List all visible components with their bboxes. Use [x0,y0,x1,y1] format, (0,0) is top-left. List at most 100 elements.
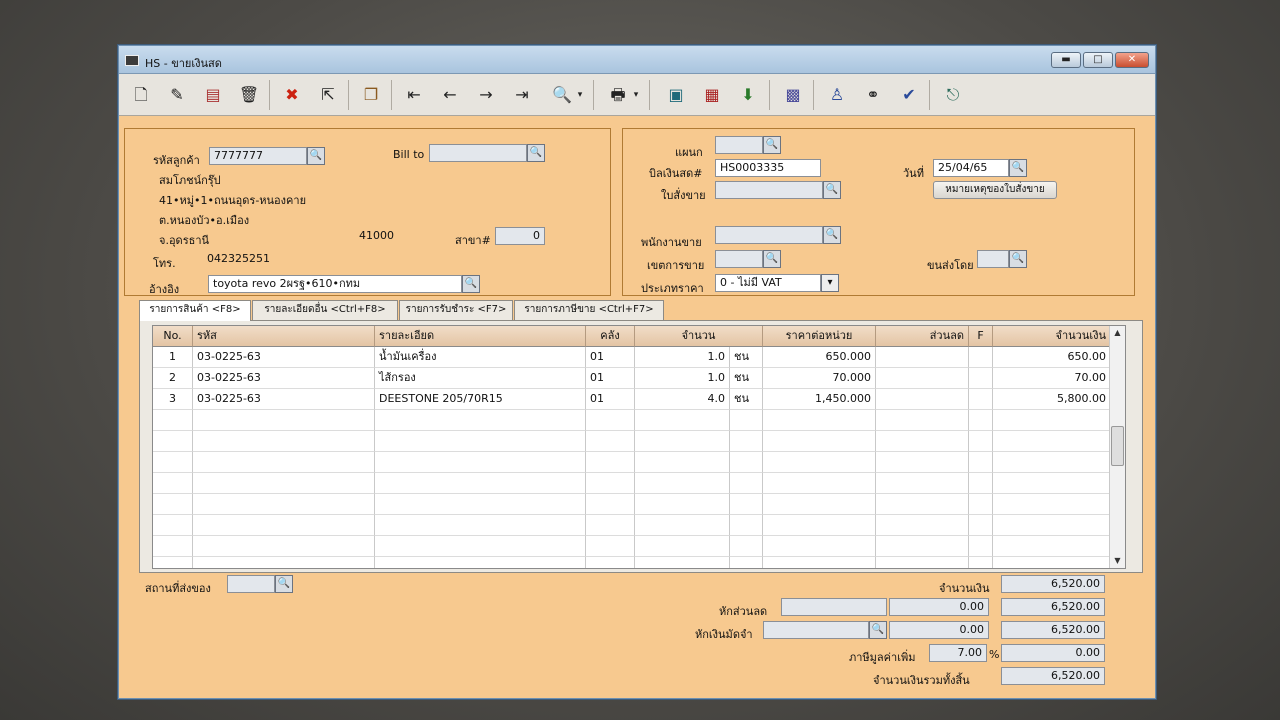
empty-cell[interactable] [763,515,876,536]
empty-cell[interactable] [730,431,763,452]
empty-cell[interactable] [635,536,730,557]
empty-cell[interactable] [635,431,730,452]
empty-cell[interactable] [193,410,375,431]
empty-cell[interactable] [876,536,969,557]
empty-cell[interactable] [876,473,969,494]
sales-order-search-icon[interactable]: 🔍 [823,181,841,199]
previous-record-icon[interactable]: ← [438,83,462,107]
item-unit[interactable]: ชน [730,368,763,389]
pointer-icon[interactable]: ⇱ [316,83,340,107]
empty-cell[interactable] [635,473,730,494]
ok-icon[interactable]: ✔ [897,83,921,107]
import-icon[interactable]: ⬇ [736,83,760,107]
empty-cell[interactable] [193,452,375,473]
scroll-up-icon[interactable]: ▲ [1110,326,1125,340]
empty-cell[interactable] [763,494,876,515]
empty-cell[interactable] [153,515,193,536]
item-flag[interactable] [969,389,993,410]
empty-cell[interactable] [969,473,993,494]
item-unit[interactable]: ชน [730,347,763,368]
column-header[interactable]: จำนวน [635,326,763,347]
empty-cell[interactable] [730,515,763,536]
empty-cell[interactable] [635,452,730,473]
calendar-icon[interactable]: ▩ [781,83,805,107]
discount-amount[interactable]: 0.00 [889,598,989,616]
exit-icon[interactable]: ⎋ [941,83,965,107]
empty-cell[interactable] [763,473,876,494]
empty-cell[interactable] [375,452,586,473]
search-icon[interactable]: 🔍 [550,83,574,107]
billto-search-icon[interactable]: 🔍 [527,144,545,162]
reference-field[interactable]: toyota revo 2ผรฐ•610•กทม [208,275,462,293]
empty-cell[interactable] [763,431,876,452]
empty-table-row[interactable] [153,494,1125,515]
empty-cell[interactable] [730,410,763,431]
item-code[interactable]: 03-0225-63 [193,347,375,368]
item-warehouse[interactable]: 01 [586,389,635,410]
empty-cell[interactable] [763,536,876,557]
ship-location-search-icon[interactable]: 🔍 [275,575,293,593]
item-code[interactable]: 03-0225-63 [193,368,375,389]
next-record-icon[interactable]: → [474,83,498,107]
empty-cell[interactable] [993,410,1111,431]
tab-other-details[interactable]: รายละเอียดอื่น <Ctrl+F8> [252,300,398,320]
billto-field[interactable] [429,144,527,162]
edit-icon[interactable]: ✎ [165,83,189,107]
sales-area-search-icon[interactable]: 🔍 [763,250,781,268]
maximize-button[interactable]: □ [1083,52,1113,68]
empty-cell[interactable] [993,536,1111,557]
item-quantity[interactable]: 1.0 [635,347,730,368]
empty-cell[interactable] [193,536,375,557]
calculator-icon[interactable]: ▦ [700,83,724,107]
first-record-icon[interactable]: ⇤ [402,83,426,107]
empty-cell[interactable] [763,557,876,568]
tab-payments[interactable]: รายการรับชำระ <F7> [399,300,513,320]
empty-cell[interactable] [763,410,876,431]
empty-cell[interactable] [153,494,193,515]
column-header[interactable]: ราคาต่อหน่วย [763,326,876,347]
salesman-search-icon[interactable]: 🔍 [823,226,841,244]
empty-cell[interactable] [153,557,193,568]
empty-cell[interactable] [375,431,586,452]
empty-cell[interactable] [993,431,1111,452]
empty-cell[interactable] [193,473,375,494]
last-record-icon[interactable]: ⇥ [510,83,534,107]
table-row[interactable]: 2 03-0225-63 ไส้กรอง 01 1.0 ชน 70.000 70… [153,368,1125,389]
deposit-search-icon[interactable]: 🔍 [869,621,887,639]
empty-cell[interactable] [969,536,993,557]
date-picker-icon[interactable]: 🔍 [1009,159,1027,177]
empty-cell[interactable] [969,431,993,452]
cancel-icon[interactable]: ✖ [280,83,304,107]
item-unit[interactable]: ชน [730,389,763,410]
item-description[interactable]: น้ำมันเครื่อง [375,347,586,368]
column-header[interactable]: No. [153,326,193,347]
tab-sales-tax[interactable]: รายการภาษีขาย <Ctrl+F7> [514,300,664,320]
empty-cell[interactable] [969,494,993,515]
column-header[interactable]: F [969,326,993,347]
empty-cell[interactable] [586,452,635,473]
tab-items[interactable]: รายการสินค้า <F8> [139,300,251,321]
vat-rate-field[interactable]: 7.00 [929,644,987,662]
item-amount[interactable]: 70.00 [993,368,1111,389]
empty-cell[interactable] [876,452,969,473]
table-row[interactable]: 1 03-0225-63 น้ำมันเครื่อง 01 1.0 ชน 650… [153,347,1125,368]
copy-icon[interactable]: ❐ [359,83,383,107]
deposit-input[interactable] [763,621,869,639]
grid-scrollbar[interactable]: ▲ ▼ [1109,326,1125,568]
empty-cell[interactable] [193,515,375,536]
item-unit-price[interactable]: 1,450.000 [763,389,876,410]
empty-cell[interactable] [730,494,763,515]
empty-cell[interactable] [375,536,586,557]
chevron-down-icon[interactable]: ▾ [821,274,839,292]
empty-cell[interactable] [635,515,730,536]
empty-cell[interactable] [876,515,969,536]
empty-cell[interactable] [586,494,635,515]
branch-field[interactable]: 0 [495,227,545,245]
empty-cell[interactable] [969,557,993,568]
empty-cell[interactable] [969,410,993,431]
item-flag[interactable] [969,368,993,389]
item-warehouse[interactable]: 01 [586,368,635,389]
deposit-amount[interactable]: 0.00 [889,621,989,639]
empty-cell[interactable] [876,557,969,568]
items-grid[interactable]: No. รหัส รายละเอียด คลัง จำนวน ราคาต่อหน… [152,325,1126,569]
